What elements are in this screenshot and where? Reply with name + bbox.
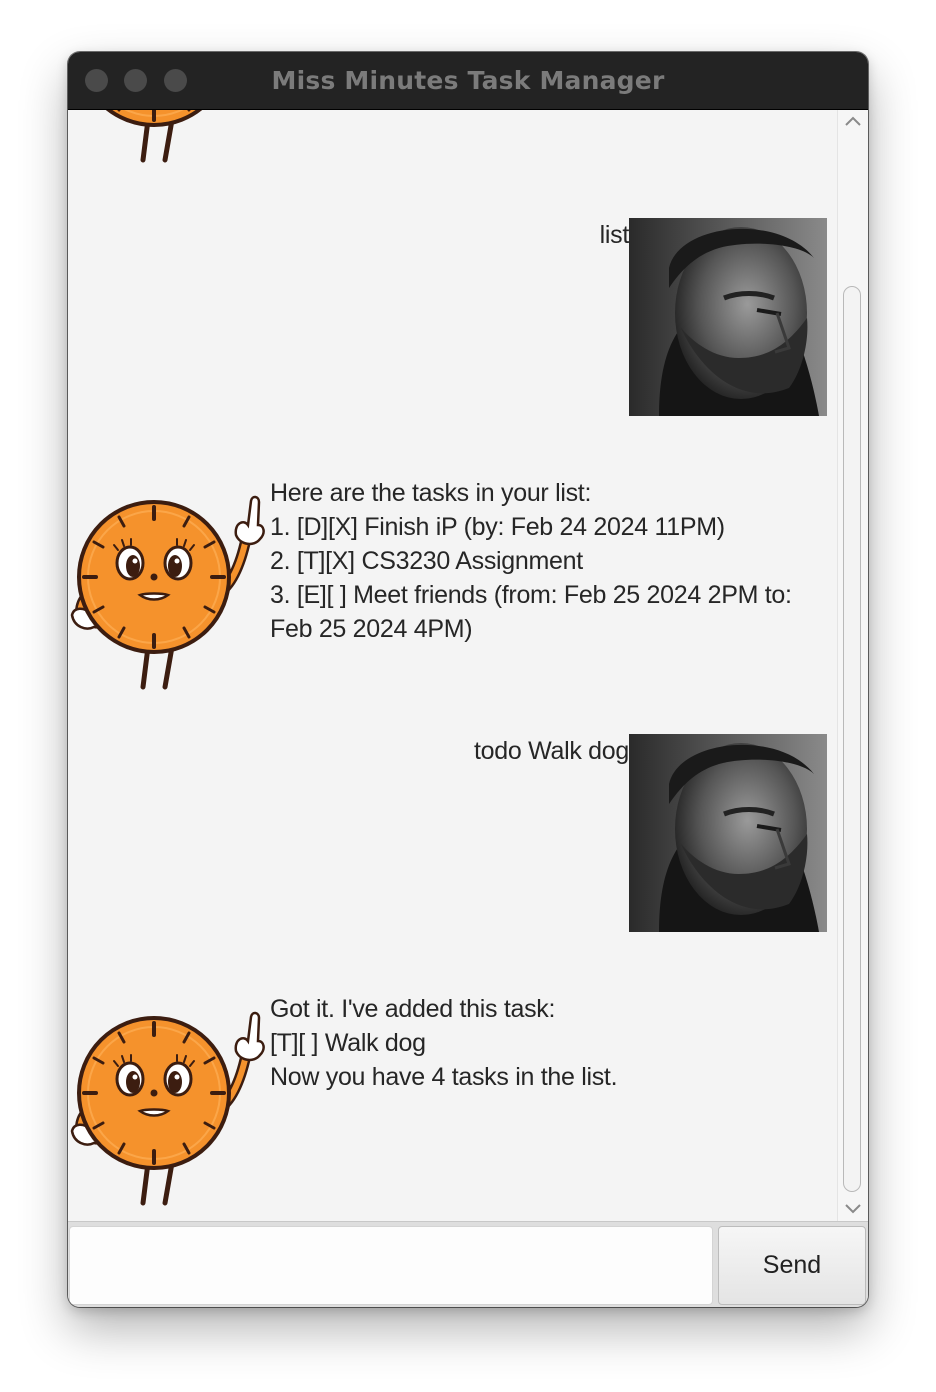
chat-scroll-pane[interactable]: list Here are the tasks in your list: 1.… <box>68 110 837 1221</box>
chevron-down-icon[interactable] <box>844 1202 862 1216</box>
miss-minutes-avatar <box>70 110 266 164</box>
user-avatar-photo <box>629 218 827 416</box>
user-avatar-photo <box>629 734 827 932</box>
scrollbar-thumb[interactable] <box>843 286 861 1192</box>
window-title: Miss Minutes Task Manager <box>271 66 665 95</box>
message-input[interactable] <box>69 1226 713 1305</box>
bot-message-text: Here are the tasks in your list: 1. [D][… <box>270 479 792 643</box>
user-message-text: todo Walk dog <box>474 737 629 765</box>
user-message-text: list <box>599 221 630 249</box>
send-button[interactable]: Send <box>718 1226 866 1305</box>
app-window: Miss Minutes Task Manager list Here are … <box>68 52 868 1307</box>
input-bar: Send <box>68 1221 868 1307</box>
vertical-scrollbar[interactable] <box>837 110 868 1221</box>
miss-minutes-avatar <box>70 1011 266 1207</box>
miss-minutes-avatar <box>70 495 266 691</box>
title-bar: Miss Minutes Task Manager <box>68 52 868 110</box>
chevron-up-icon[interactable] <box>844 114 862 128</box>
bot-message-text: Got it. I've added this task: [T][ ] Wal… <box>270 995 618 1091</box>
